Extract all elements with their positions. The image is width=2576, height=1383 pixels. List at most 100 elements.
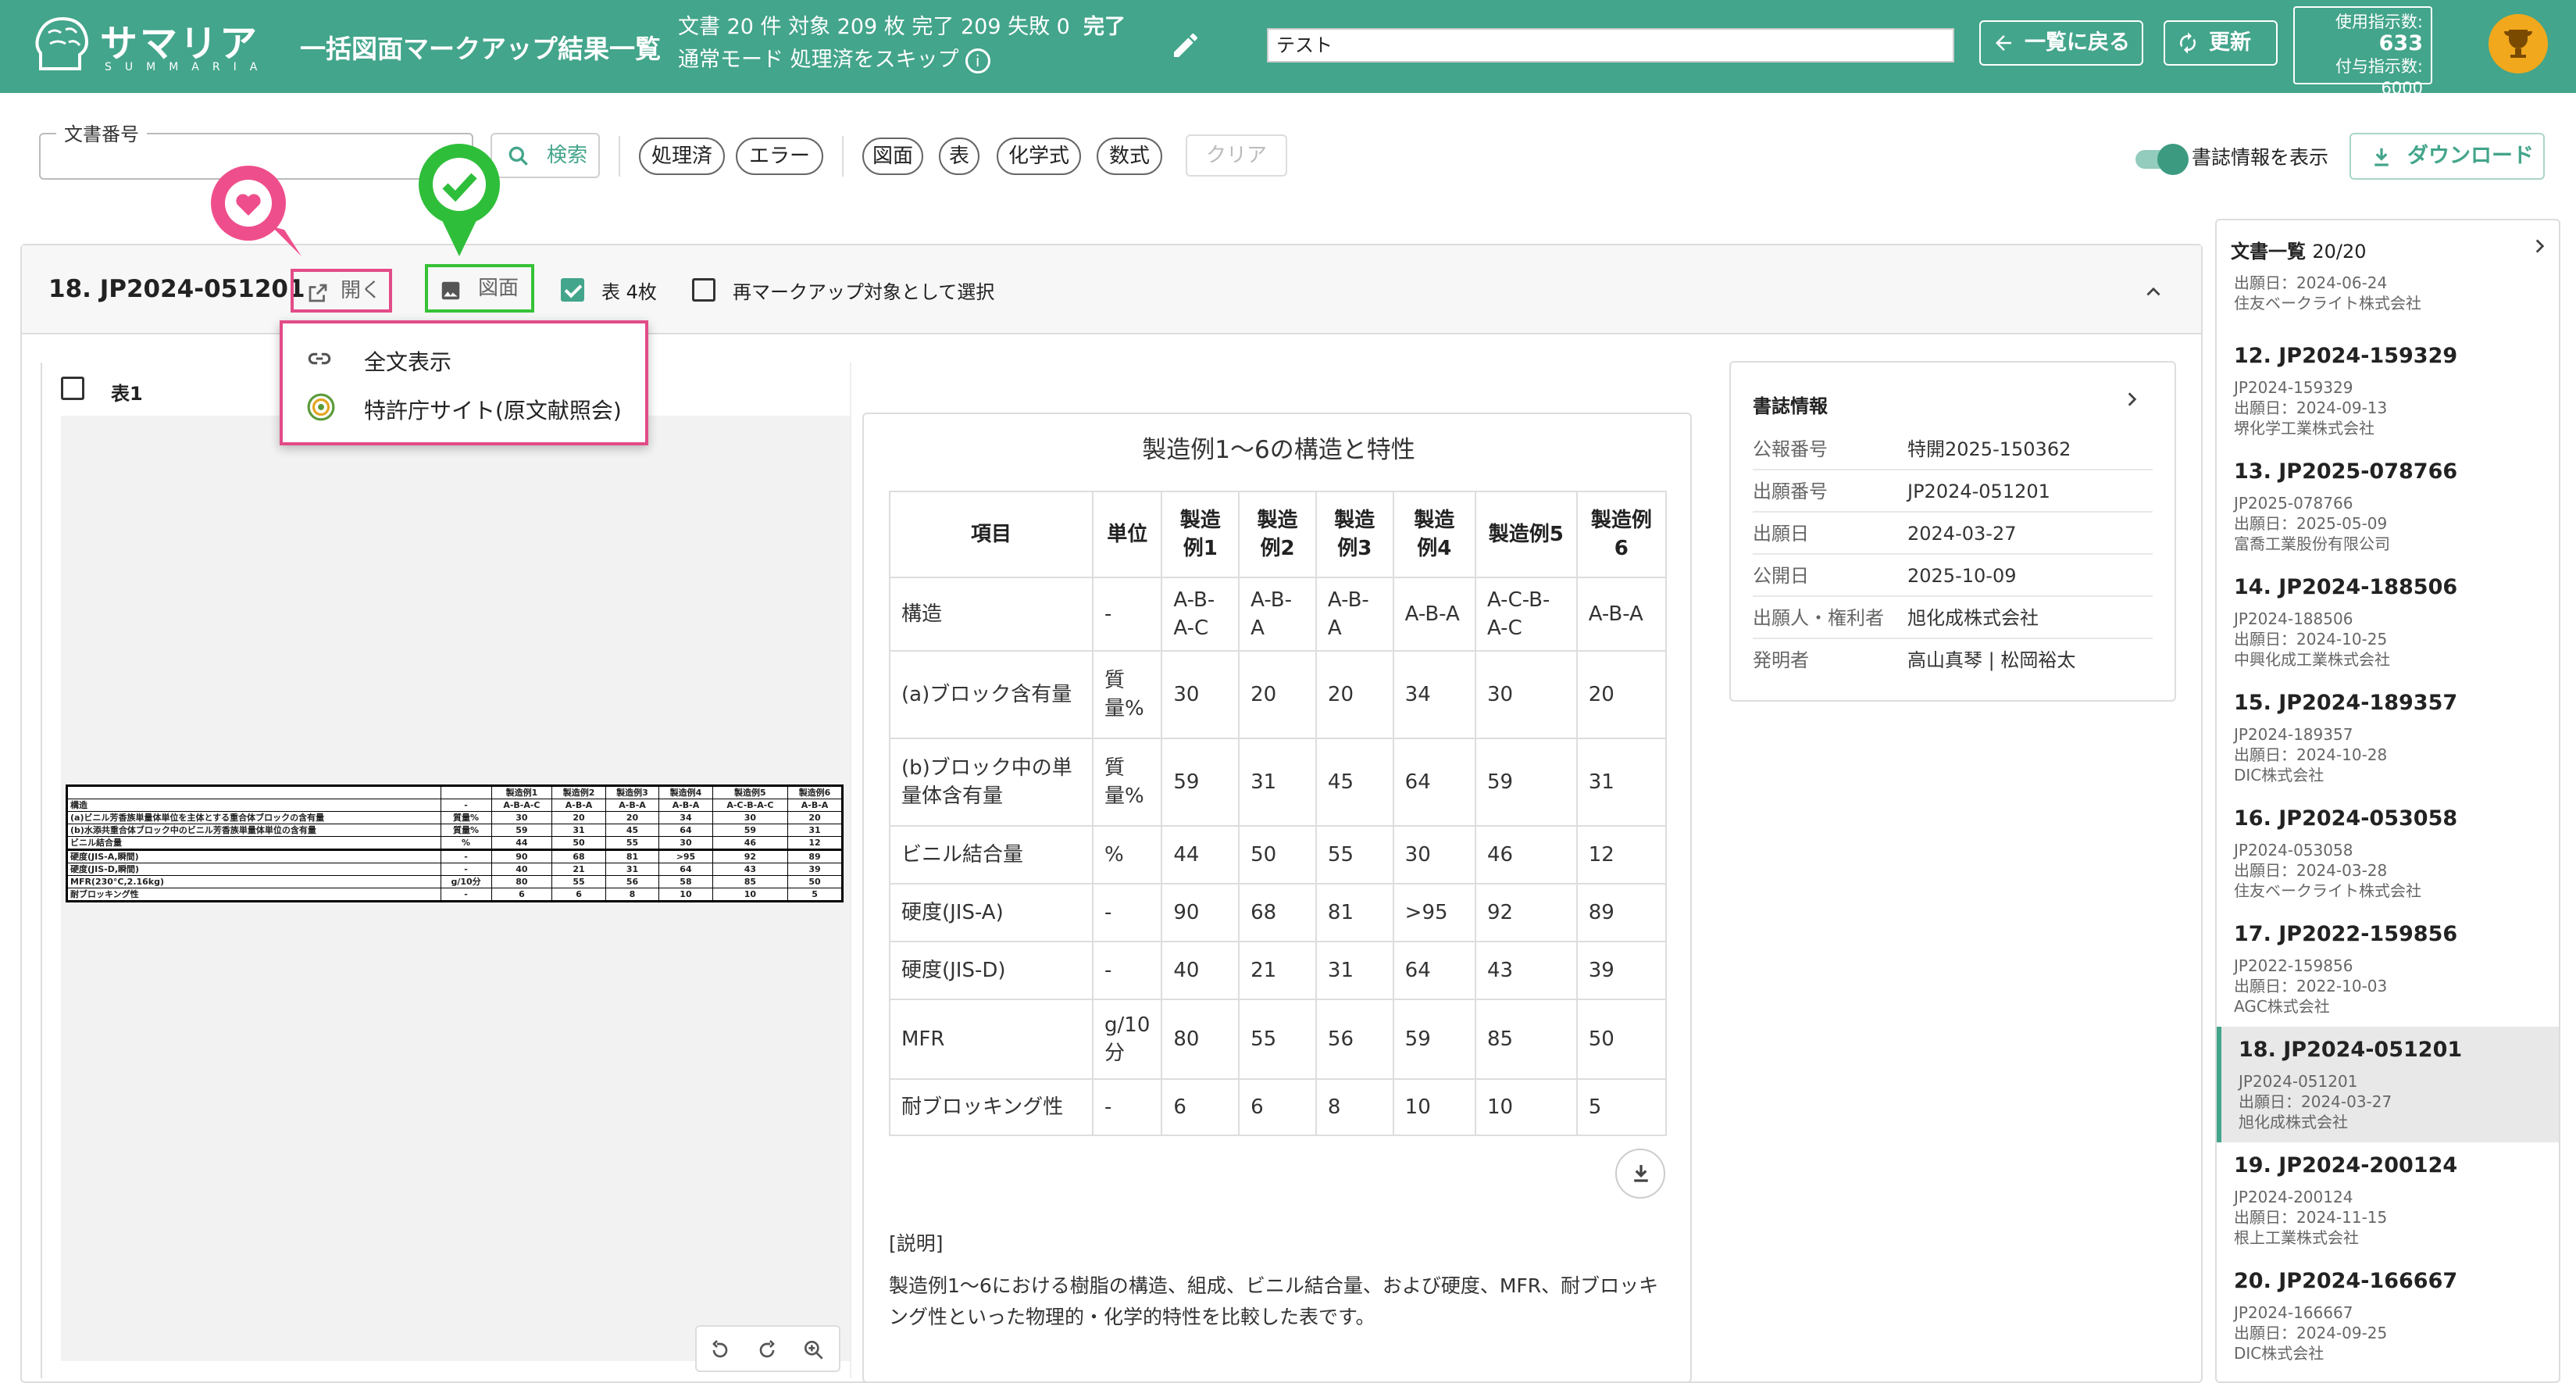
open-button[interactable]: 開く (291, 269, 392, 313)
remarkup-checkbox[interactable] (692, 278, 715, 302)
open-label: 開く (341, 279, 382, 302)
doc-date: 出願日：2024-10-25 (2234, 630, 2388, 649)
menu-item-jpo-site[interactable]: 特許庁サイト(原文献照会) (364, 394, 622, 425)
bib-value: 2024-03-27 (1907, 523, 2017, 545)
list-item[interactable]: 出願日：2024-06-24 住友ベークライト株式会社 (2217, 269, 2559, 316)
doc-date: 出願日：2025-05-09 (2234, 514, 2388, 533)
tables-checkbox[interactable] (561, 278, 584, 302)
pencil-icon[interactable] (1170, 30, 1201, 61)
filter-chip-figure[interactable]: 図面 (862, 138, 923, 175)
table-cell: 40 (1161, 941, 1240, 1000)
fig-cell: 81 (605, 849, 660, 863)
doc-number: JP2022-159856 (2234, 956, 2353, 975)
table-cell: 90 (1161, 883, 1240, 942)
table-cell: 6 (1161, 1078, 1240, 1136)
list-item-selected[interactable]: 18. JP2024-051201 JP2024-051201 出願日：2024… (2217, 1027, 2559, 1142)
fig-cell: 85 (712, 875, 789, 888)
refresh-button[interactable]: 更新 (2164, 20, 2278, 66)
fig-cell: 製造例2 (551, 785, 606, 799)
fig-cell: 20 (551, 811, 606, 824)
list-item[interactable]: 20. JP2024-166667 JP2024-166667 出願日：2024… (2217, 1258, 2559, 1374)
fig-cell: 10 (658, 888, 713, 902)
sidebar-title-text: 文書一覧 (2231, 241, 2306, 263)
back-to-list-button[interactable]: 一覧に戻る (1979, 20, 2143, 66)
logo-subtitle: SUMMARIA (105, 61, 271, 73)
bib-row: 出願人・権利者 旭化成株式会社 (1753, 597, 2153, 639)
menu-item-full-text[interactable]: 全文表示 (364, 345, 451, 377)
list-item[interactable]: 17. JP2022-159856 JP2022-159856 出願日：2022… (2217, 911, 2559, 1027)
table1-checkbox[interactable] (61, 377, 84, 400)
fig-cell: 31 (605, 863, 660, 876)
app-logo[interactable]: サマリア SUMMARIA (31, 11, 266, 81)
clear-button[interactable]: クリア (1186, 134, 1287, 177)
stats-mode: 通常モード 処理済をスキップ (678, 48, 959, 72)
bib-toggle[interactable] (2157, 144, 2189, 175)
fig-cell: 46 (712, 836, 789, 850)
fig-cell: 45 (605, 824, 660, 837)
fig-cell: 製造例3 (605, 785, 660, 799)
search-button[interactable]: 検索 (491, 133, 600, 178)
filter-chip-processed[interactable]: 処理済 (639, 138, 725, 175)
download-button[interactable]: ダウンロード (2349, 133, 2545, 180)
chevron-right-icon[interactable] (2529, 236, 2549, 256)
filter-chip-formula[interactable]: 数式 (1097, 138, 1162, 175)
table-cell: A-B-A (1392, 577, 1476, 652)
filter-chip-chemical[interactable]: 化学式 (997, 138, 1081, 175)
table-cell: ビニル結合量 (888, 825, 1094, 884)
fig-cell: ビニル結合量 (66, 836, 441, 850)
table1-label: 表1 (111, 383, 143, 405)
table-cell: 31 (1238, 738, 1317, 827)
rotate-left-icon[interactable] (708, 1338, 733, 1363)
table-cell: 5 (1575, 1078, 1668, 1136)
sidebar-title: 文書一覧 20/20 (2231, 236, 2367, 263)
doc-company: 堺化学工業株式会社 (2234, 419, 2374, 438)
list-item[interactable]: 12. JP2024-159329 JP2024-159329 出願日：2024… (2217, 333, 2559, 448)
list-item[interactable]: 19. JP2024-200124 JP2024-200124 出願日：2024… (2217, 1142, 2559, 1258)
chevron-right-icon[interactable] (2121, 389, 2142, 409)
fig-cell: 55 (551, 875, 606, 888)
list-item[interactable]: 16. JP2024-053058 JP2024-053058 出願日：2024… (2217, 795, 2559, 911)
zoom-in-icon[interactable] (801, 1338, 826, 1363)
fig-cell: 90 (491, 849, 553, 863)
figure-button[interactable]: 図面 (425, 264, 534, 313)
list-item[interactable]: 15. JP2024-189357 JP2024-189357 出願日：2024… (2217, 680, 2559, 795)
table-cell: 31 (1575, 738, 1668, 827)
doc-company: 旭化成株式会社 (2239, 1113, 2348, 1131)
fig-cell: 硬度(JIS-D,瞬間) (66, 863, 441, 876)
table-cell: 59 (1474, 738, 1578, 827)
table-cell: (b)ブロック中の単量体含有量 (888, 738, 1094, 827)
table-cell: - (1092, 941, 1163, 1000)
download-icon (2374, 148, 2389, 166)
doc-number: JP2024-166667 (2234, 1303, 2353, 1322)
doc-item-title: 13. JP2025-078766 (2234, 459, 2458, 484)
doc-number: JP2024-188506 (2234, 609, 2353, 628)
table-cell: 59 (1161, 738, 1240, 827)
sidebar-count: 20/20 (2312, 241, 2367, 263)
table-cell: 30 (1161, 650, 1240, 739)
table-cell: 34 (1392, 650, 1476, 739)
table-cell: 80 (1161, 999, 1240, 1080)
list-item[interactable]: 13. JP2025-078766 JP2025-078766 出願日：2025… (2217, 448, 2559, 564)
bib-key: 出願日 (1753, 523, 1809, 545)
table-download-button[interactable] (1615, 1149, 1665, 1199)
remarkup-label: 再マークアップ対象として選択 (733, 281, 995, 303)
table-cell: 55 (1315, 825, 1394, 884)
batch-name-input[interactable]: テスト (1267, 28, 1954, 63)
download-icon (1634, 1165, 1648, 1182)
rotate-right-icon[interactable] (755, 1338, 780, 1363)
fig-cell: 56 (605, 875, 660, 888)
figure-toolbar (695, 1325, 840, 1372)
open-external-icon (309, 284, 327, 302)
trophy-icon[interactable] (2489, 14, 2548, 73)
table-cell: >95 (1392, 883, 1476, 942)
info-icon[interactable]: i (965, 48, 990, 73)
doc-company: 住友ベークライト株式会社 (2234, 881, 2421, 900)
list-item[interactable]: 14. JP2024-188506 JP2024-188506 出願日：2024… (2217, 564, 2559, 680)
table-cell: A-B-A (1575, 577, 1668, 652)
table-cell: 50 (1238, 825, 1317, 884)
bib-key: 発明者 (1753, 649, 1809, 671)
filter-chip-table[interactable]: 表 (939, 138, 979, 175)
chevron-up-icon[interactable] (2143, 281, 2164, 302)
filter-chip-error[interactable]: エラー (736, 138, 823, 175)
doc-company: AGC株式会社 (2234, 997, 2330, 1016)
